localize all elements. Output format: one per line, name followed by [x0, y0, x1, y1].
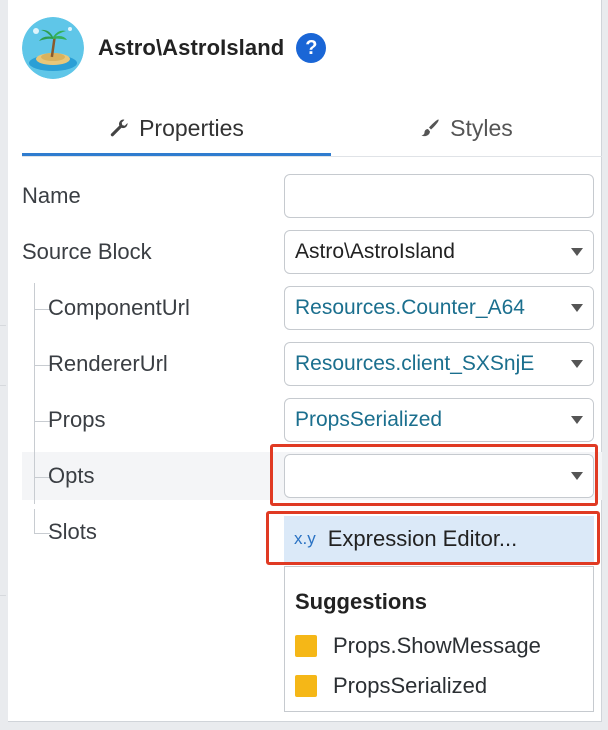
suggestion-item[interactable]: PropsSerialized: [295, 673, 487, 699]
tab-bar: Properties Styles: [22, 100, 602, 157]
name-input[interactable]: [284, 174, 594, 218]
props-select[interactable]: PropsSerialized: [284, 398, 594, 442]
page-title: Astro\AstroIsland: [98, 35, 285, 60]
active-tab-indicator: [22, 153, 331, 156]
suggestion-item[interactable]: Props.ShowMessage: [295, 633, 541, 659]
panel-header: Astro\AstroIsland ?: [22, 17, 327, 79]
source-block-select[interactable]: Astro\AstroIsland: [284, 230, 594, 274]
component-url-label: ComponentUrl: [48, 295, 190, 320]
renderer-url-label: RendererUrl: [48, 351, 168, 376]
chevron-down-icon[interactable]: [561, 231, 593, 273]
opts-highlight-box: [270, 444, 598, 506]
source-block-value: Astro\AstroIsland: [295, 240, 455, 263]
tab-properties[interactable]: Properties: [22, 100, 331, 156]
tree-line: [34, 283, 35, 504]
properties-panel: Astro\AstroIsland ? Properties Styles Na…: [8, 0, 602, 722]
name-label: Name: [22, 183, 81, 208]
chevron-down-icon[interactable]: [561, 399, 593, 441]
variable-icon: [295, 675, 317, 697]
suggestion-label: Props.ShowMessage: [333, 633, 541, 658]
suggestion-label: PropsSerialized: [333, 673, 488, 698]
tab-styles-label: Styles: [450, 114, 513, 141]
chevron-down-icon[interactable]: [561, 287, 593, 329]
tree-line: [34, 509, 35, 533]
brush-icon: [420, 118, 440, 138]
tab-styles[interactable]: Styles: [331, 100, 602, 156]
renderer-url-select[interactable]: Resources.client_SXSnjE: [284, 342, 594, 386]
source-block-label: Source Block: [22, 239, 152, 264]
suggestions-dropdown: Suggestions Props.ShowMessage PropsSeria…: [284, 566, 594, 712]
astro-island-logo: [22, 17, 84, 79]
suggestions-title: Suggestions: [295, 589, 428, 614]
help-icon: ?: [305, 36, 318, 59]
help-button[interactable]: ?: [296, 33, 327, 63]
component-url-select[interactable]: Resources.Counter_A64: [284, 286, 594, 330]
slots-label: Slots: [48, 519, 97, 544]
variable-icon: [295, 635, 317, 657]
chevron-down-icon[interactable]: [561, 343, 593, 385]
props-value: PropsSerialized: [295, 408, 443, 431]
opts-label: Opts: [48, 463, 95, 488]
tab-properties-label: Properties: [139, 114, 244, 141]
renderer-url-value: Resources.client_SXSnjE: [295, 352, 535, 375]
props-label: Props: [48, 407, 106, 432]
expression-highlight-box: [266, 511, 600, 565]
wrench-icon: [109, 118, 129, 138]
component-url-value: Resources.Counter_A64: [295, 296, 525, 319]
